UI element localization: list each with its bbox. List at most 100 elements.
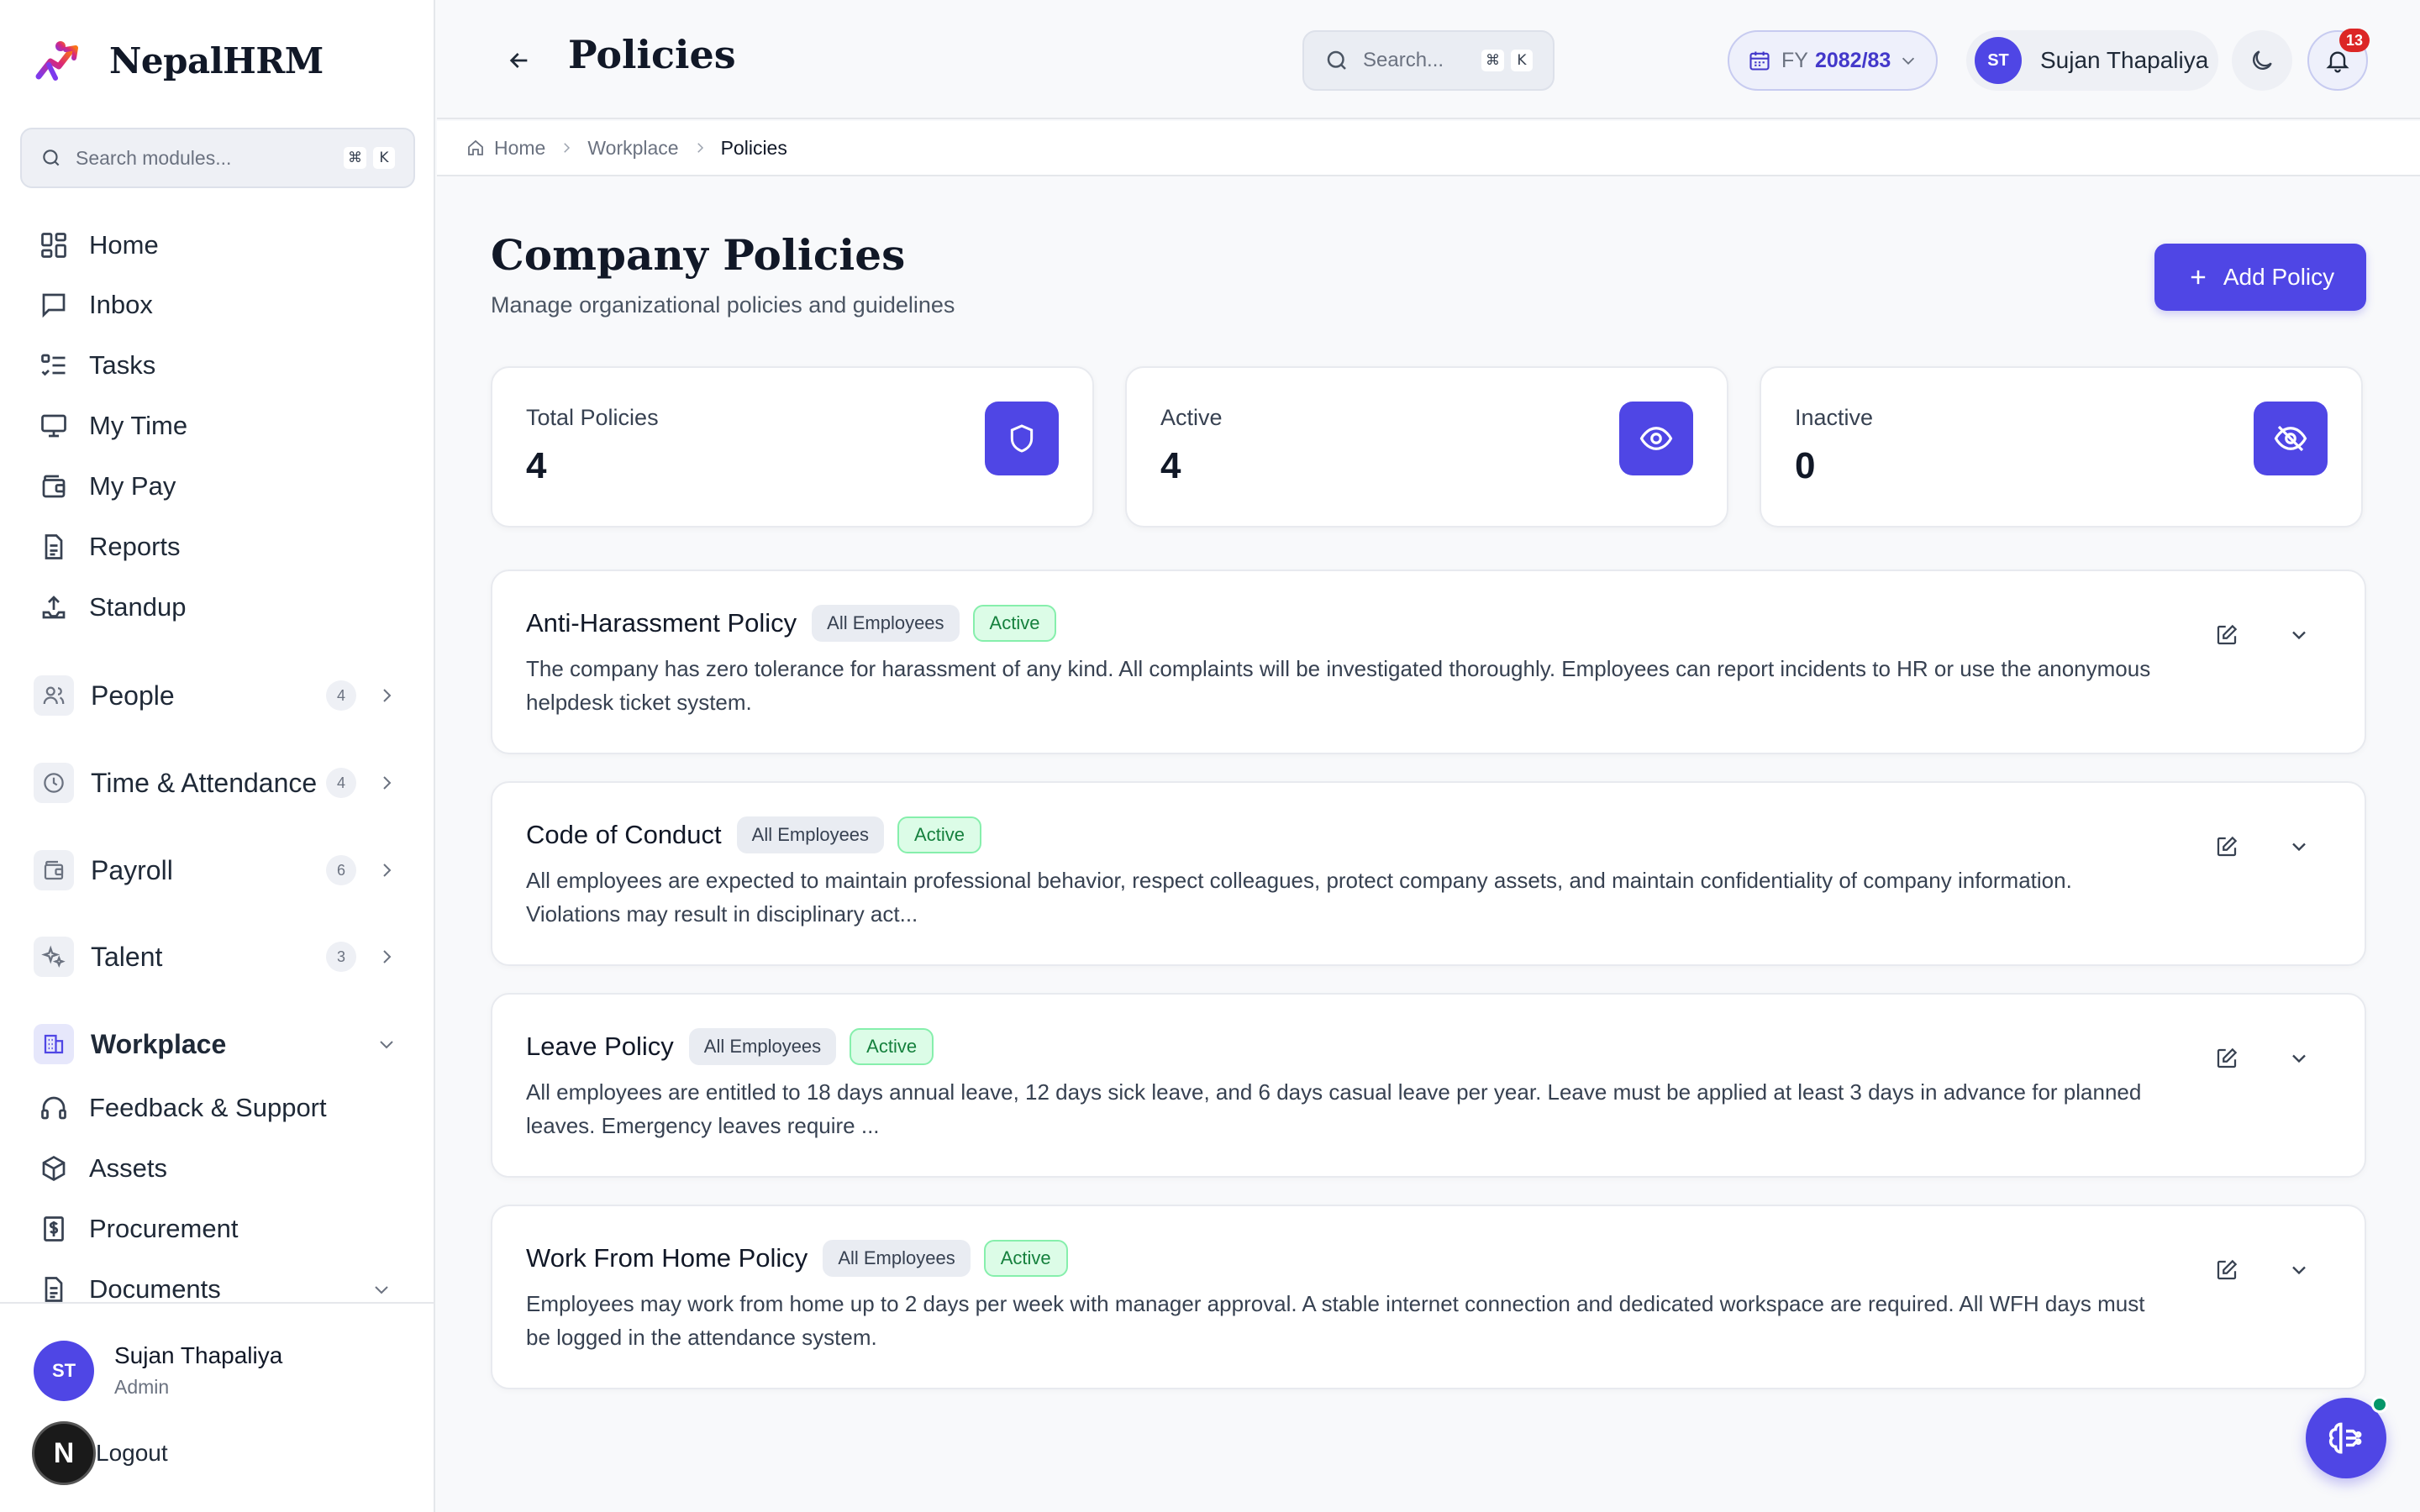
sidebar-group-workplace[interactable]: Workplace (34, 1021, 403, 1068)
sidebar-item-label: Feedback & Support (89, 1093, 327, 1122)
theme-toggle-button[interactable] (2232, 30, 2292, 91)
sidebar-item-procurement[interactable]: Procurement (39, 1208, 238, 1250)
expand-policy-button[interactable] (2281, 617, 2317, 654)
audience-badge: All Employees (812, 605, 960, 642)
wallet-icon (39, 471, 69, 501)
sidebar-group-talent[interactable]: Talent 3 (34, 933, 403, 980)
count-badge: 3 (326, 942, 356, 972)
edit-icon (2217, 836, 2238, 857)
count-badge: 4 (326, 768, 356, 798)
section-subheading: Manage organizational policies and guide… (491, 292, 955, 318)
sidebar-item-label: Procurement (89, 1214, 239, 1243)
policy-card: Leave Policy All Employees Active All em… (491, 993, 2366, 1178)
user-name: Sujan Thapaliya (2040, 47, 2209, 73)
sidebar-item-standup[interactable]: Standup (39, 586, 187, 628)
back-button[interactable] (501, 42, 538, 79)
sidebar-group-people[interactable]: People 4 (34, 672, 403, 719)
assistant-fab-button[interactable] (2306, 1396, 2388, 1478)
shortcut-k-key: K (373, 147, 395, 169)
sidebar-group-time-attendance[interactable]: Time & Attendance 4 (34, 759, 403, 806)
sidebar: NepalHRM Search modules... ⌘ K Home Inbo… (0, 0, 435, 1512)
sidebar-item-assets[interactable]: Assets (39, 1147, 167, 1189)
fiscal-year-selector[interactable]: FY 2082/83 (1728, 30, 1938, 91)
chevron-down-icon (1899, 51, 1918, 70)
policy-title: Leave Policy (526, 1032, 674, 1061)
status-badge: Active (983, 1240, 1068, 1277)
expand-policy-button[interactable] (2281, 1040, 2317, 1077)
sidebar-item-label: My Pay (89, 471, 176, 501)
expand-policy-button[interactable] (2281, 828, 2317, 865)
avatar[interactable]: ST (34, 1341, 94, 1401)
global-search-input[interactable]: Search... ⌘ K (1302, 30, 1555, 91)
upload-icon (39, 592, 69, 622)
expand-policy-button[interactable] (2281, 1252, 2317, 1289)
document-icon (39, 532, 69, 562)
chevron-right-icon (559, 140, 574, 155)
logout-button[interactable]: N Logout (32, 1421, 168, 1485)
chevron-down-icon (2292, 1054, 2306, 1063)
headset-icon (39, 1093, 69, 1123)
sidebar-user-block: ST Sujan Thapaliya Admin N Logout (0, 1302, 434, 1512)
stat-card-inactive: Inactive 0 (1760, 366, 2363, 528)
sidebar-item-my-pay[interactable]: My Pay (39, 465, 176, 507)
audience-badge: All Employees (688, 1028, 837, 1065)
add-policy-label: Add Policy (2223, 264, 2335, 290)
dev-indicator-badge[interactable]: N (32, 1421, 96, 1485)
chevron-down-icon (376, 1034, 397, 1054)
sidebar-group-label: Payroll (91, 854, 173, 885)
search-icon (40, 147, 62, 169)
app-name: NepalHRM (109, 39, 324, 81)
stat-label: Total Policies (526, 405, 659, 430)
sidebar-item-label: Documents (89, 1274, 221, 1304)
sidebar-item-label: Standup (89, 592, 187, 622)
sidebar-item-home[interactable]: Home (39, 224, 159, 266)
eye-icon (1619, 402, 1693, 475)
sidebar-group-label: Talent (91, 941, 163, 972)
stat-card-active: Active 4 (1125, 366, 1728, 528)
breadcrumb-workplace[interactable]: Workplace (587, 137, 678, 160)
edit-policy-button[interactable] (2208, 617, 2245, 654)
sidebar-item-reports[interactable]: Reports (39, 526, 181, 568)
chevron-down-icon (2292, 631, 2306, 640)
moon-icon (2249, 47, 2275, 74)
checklist-icon (39, 350, 69, 381)
edit-policy-button[interactable] (2208, 1252, 2245, 1289)
fiscal-year-prefix: FY (1781, 48, 1808, 72)
policy-title: Work From Home Policy (526, 1243, 808, 1273)
calendar-icon (1748, 49, 1771, 72)
sidebar-item-label: Inbox (89, 290, 153, 319)
edit-policy-button[interactable] (2208, 1040, 2245, 1077)
grid-icon (39, 230, 69, 260)
sidebar-item-tasks[interactable]: Tasks (39, 344, 155, 386)
sidebar-group-payroll[interactable]: Payroll 6 (34, 847, 403, 894)
sidebar-group-label: Time & Attendance (91, 767, 318, 798)
sidebar-item-label: Home (89, 230, 159, 260)
monitor-icon (39, 411, 69, 441)
sidebar-item-feedback-support[interactable]: Feedback & Support (39, 1087, 327, 1129)
document-icon (39, 1274, 69, 1305)
notifications-button[interactable]: 13 (2307, 29, 2370, 91)
module-search-placeholder: Search modules... (76, 146, 232, 169)
user-name: Sujan Thapaliya (114, 1342, 283, 1368)
policy-card: Code of Conduct All Employees Active All… (491, 781, 2366, 966)
sidebar-group-label: Workplace (91, 1028, 227, 1059)
sidebar-item-label: Tasks (89, 350, 156, 380)
app-logo[interactable]: NepalHRM (34, 35, 324, 86)
user-menu[interactable]: ST Sujan Thapaliya (1966, 30, 2218, 91)
audience-badge: All Employees (823, 1240, 971, 1277)
stat-label: Inactive (1795, 405, 1874, 430)
edit-policy-button[interactable] (2208, 828, 2245, 865)
chevron-down-icon (2292, 1266, 2306, 1275)
sidebar-item-inbox[interactable]: Inbox (39, 284, 153, 326)
add-policy-button[interactable]: Add Policy (2154, 244, 2366, 311)
policy-description: All employees are entitled to 18 days an… (526, 1079, 2142, 1138)
breadcrumb-home[interactable]: Home (494, 137, 545, 160)
sidebar-item-my-time[interactable]: My Time (39, 405, 187, 447)
stat-label: Active (1160, 405, 1223, 430)
module-search-input[interactable]: Search modules... ⌘ K (20, 128, 415, 188)
box-icon (39, 1153, 69, 1184)
shortcut-k-key: K (1511, 50, 1533, 71)
policy-title: Code of Conduct (526, 820, 722, 849)
status-badge: Active (972, 605, 1057, 642)
chevron-down-icon (2292, 843, 2306, 852)
